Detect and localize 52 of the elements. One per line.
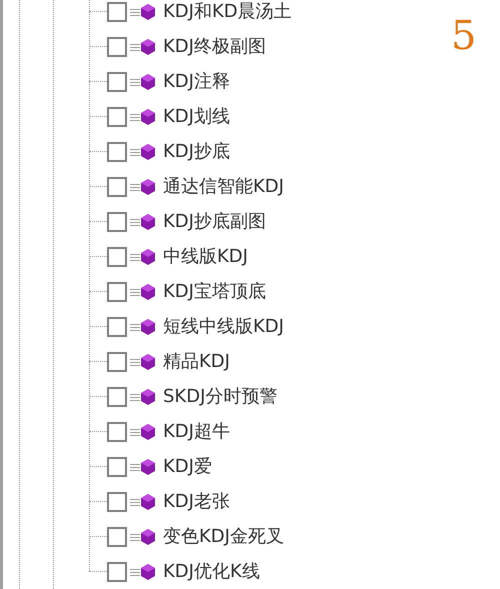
item-label[interactable]: 中线版KDJ: [163, 243, 248, 270]
item-label[interactable]: KDJ注释: [163, 68, 230, 95]
item-label[interactable]: KDJ优化K线: [163, 558, 260, 585]
checkbox[interactable]: [107, 386, 127, 406]
item-label[interactable]: 变色KDJ金死叉: [163, 523, 284, 550]
gem-icon: [141, 74, 155, 90]
item-label[interactable]: KDJ终极副图: [163, 33, 266, 60]
checkbox[interactable]: [107, 352, 127, 372]
item-label[interactable]: 通达信智能KDJ: [163, 173, 284, 200]
gem-icon: [141, 108, 155, 124]
checkbox[interactable]: [107, 106, 127, 126]
checkbox[interactable]: [107, 72, 127, 92]
checkbox[interactable]: [107, 246, 127, 266]
checkbox[interactable]: [107, 142, 127, 162]
checkbox[interactable]: [107, 282, 127, 302]
item-label[interactable]: KDJ抄底: [163, 138, 230, 165]
gem-icon: [141, 494, 155, 510]
item-label[interactable]: KDJ爱: [163, 453, 212, 480]
gem-icon: [141, 284, 155, 300]
item-label[interactable]: KDJ抄底副图: [163, 208, 266, 235]
checkbox[interactable]: [107, 526, 127, 546]
item-label[interactable]: KDJ老张: [163, 488, 230, 515]
checkbox[interactable]: [107, 2, 127, 22]
page-number: 5: [451, 16, 476, 56]
checkbox[interactable]: [107, 212, 127, 232]
gem-icon: [141, 214, 155, 230]
item-label[interactable]: SKDJ分时预警: [163, 383, 278, 410]
item-label[interactable]: 短线中线版KDJ: [163, 313, 284, 340]
gem-icon: [141, 424, 155, 440]
item-label[interactable]: KDJ划线: [163, 103, 230, 130]
gem-icon: [141, 388, 155, 404]
gem-icon: [141, 458, 155, 474]
checkbox[interactable]: [107, 456, 127, 476]
checkbox[interactable]: [107, 316, 127, 336]
gem-icon: [141, 248, 155, 264]
checkbox[interactable]: [107, 176, 127, 196]
checkbox[interactable]: [107, 492, 127, 512]
checkbox[interactable]: [107, 562, 127, 582]
gem-icon: [141, 318, 155, 334]
gem-icon: [141, 178, 155, 194]
gem-icon: [141, 144, 155, 160]
item-label[interactable]: KDJ超牛: [163, 418, 230, 445]
gem-icon: [141, 354, 155, 370]
checkbox[interactable]: [107, 422, 127, 442]
gem-icon: [141, 4, 155, 20]
item-label[interactable]: 精品KDJ: [163, 348, 230, 375]
checkbox[interactable]: [107, 36, 127, 56]
gem-icon: [141, 38, 155, 54]
item-label[interactable]: KDJ和KD晨汤土: [163, 0, 292, 25]
gem-icon: [141, 528, 155, 544]
item-label[interactable]: KDJ宝塔顶底: [163, 278, 266, 305]
gem-icon: [141, 564, 155, 580]
